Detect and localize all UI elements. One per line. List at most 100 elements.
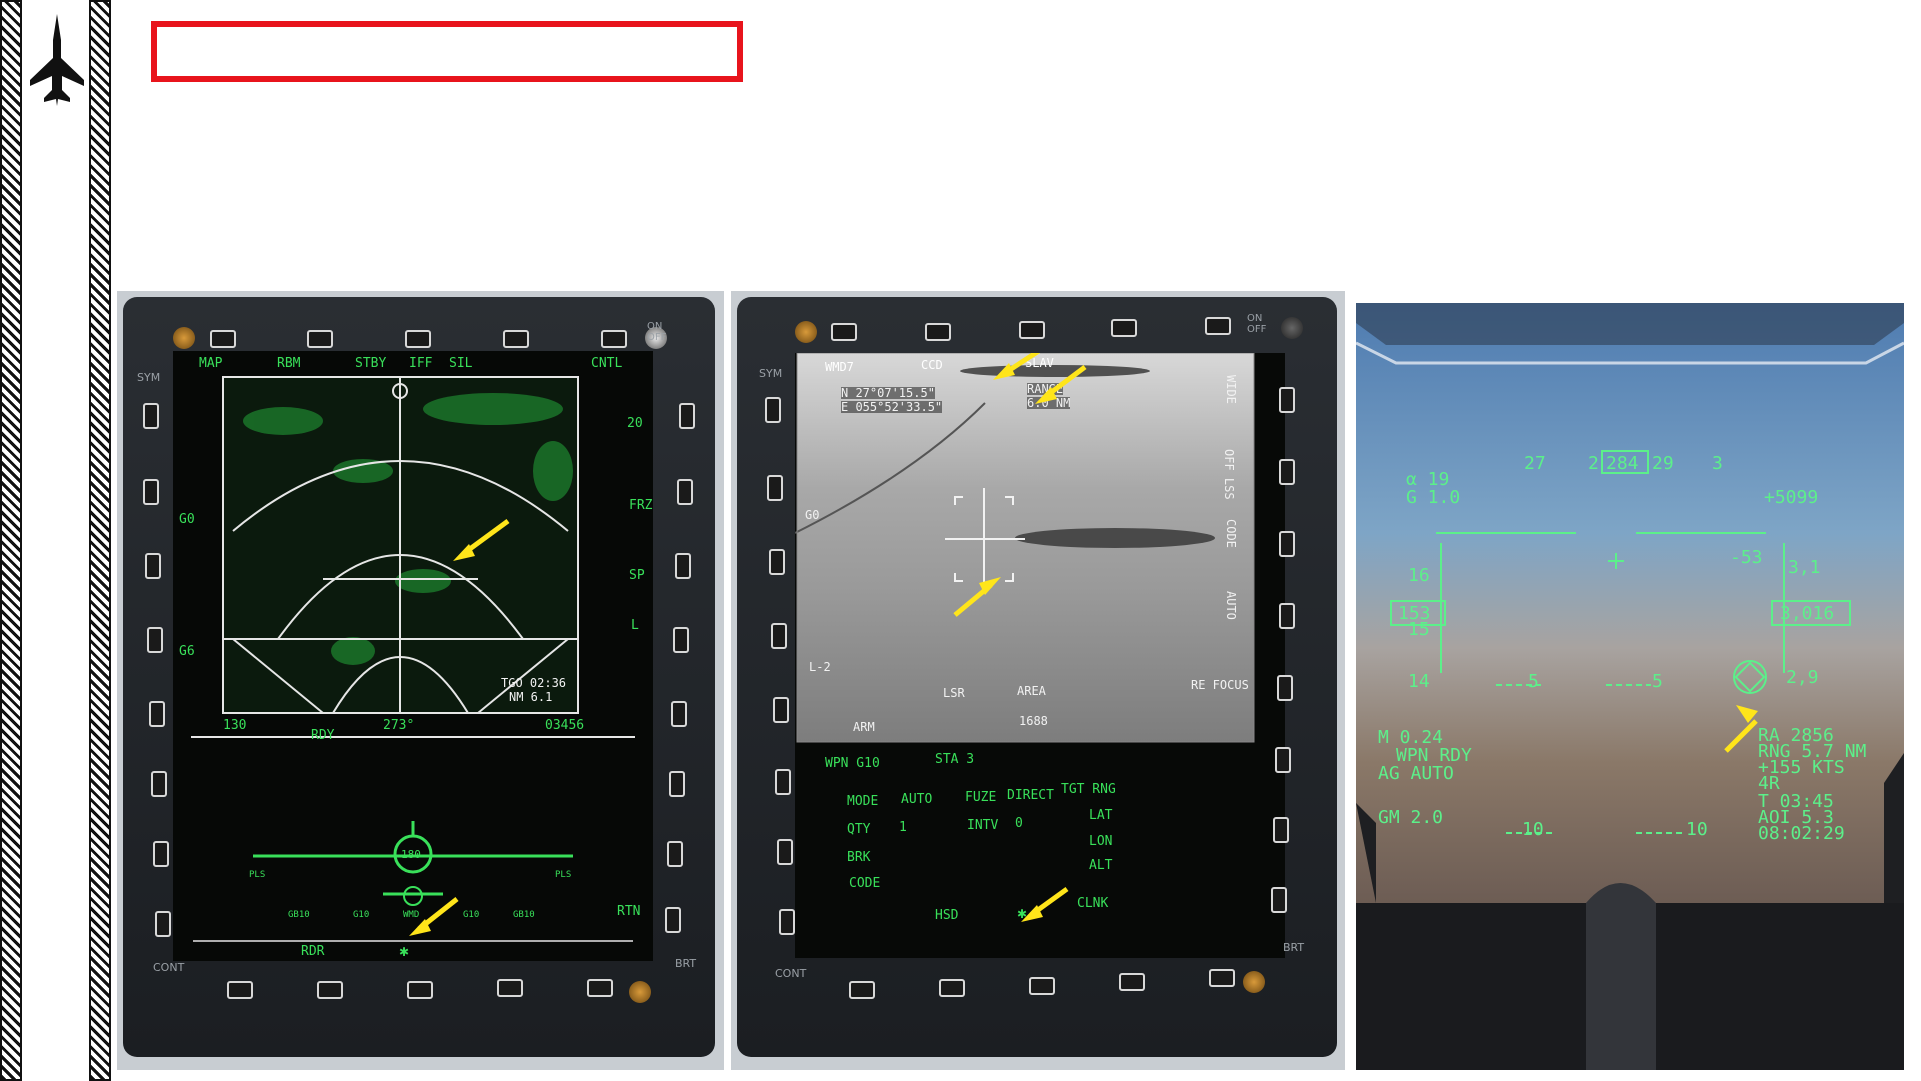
radar-left-label[interactable]: G0 [179, 513, 195, 526]
qty-label[interactable]: QTY [847, 823, 870, 836]
osb-top-5[interactable] [1205, 317, 1231, 335]
osb-right-4[interactable] [1279, 603, 1295, 629]
brightness-knob[interactable] [629, 981, 651, 1003]
osb-bottom-3[interactable] [1029, 977, 1055, 995]
intv-label[interactable]: INTV [967, 819, 998, 832]
osb-top-2[interactable] [307, 330, 333, 348]
osb-left-4[interactable] [147, 627, 163, 653]
radar-bottom-tab[interactable]: RDR [301, 945, 324, 958]
flir-side-left[interactable]: G0 [805, 509, 819, 521]
mode-label[interactable]: MODE [847, 795, 878, 808]
radar-right-label[interactable]: 20 [627, 417, 643, 430]
osb-right-6[interactable] [669, 771, 685, 797]
osb-right-3[interactable] [1279, 531, 1295, 557]
store-label[interactable]: PLS [555, 871, 571, 880]
osb-right-3[interactable] [675, 553, 691, 579]
flir-side-right[interactable]: CODE [1224, 519, 1238, 548]
flir-top-label[interactable]: WMD7 [825, 361, 854, 373]
flir-bottom-label[interactable]: AREA [1017, 685, 1046, 697]
code-label[interactable]: CODE [849, 877, 880, 890]
osb-right-4[interactable] [673, 627, 689, 653]
radar-top-label[interactable]: RBM [277, 357, 300, 370]
osb-right-6[interactable] [1275, 747, 1291, 773]
osb-left-2[interactable] [143, 479, 159, 505]
osb-left-2[interactable] [767, 475, 783, 501]
store-label[interactable]: GB10 [513, 911, 535, 920]
brightness-knob[interactable] [1243, 971, 1265, 993]
lat-label[interactable]: LAT [1089, 809, 1112, 822]
flir-top-label[interactable]: CCD [921, 359, 943, 371]
flir-side-right[interactable]: AUTO [1224, 591, 1238, 620]
osb-bottom-1[interactable] [849, 981, 875, 999]
radar-top-label[interactable]: SIL [449, 357, 472, 370]
osb-top-4[interactable] [1111, 319, 1137, 337]
osb-top-3[interactable] [405, 330, 431, 348]
store-label[interactable]: WMD [403, 911, 419, 920]
osb-left-4[interactable] [771, 623, 787, 649]
power-knob[interactable] [1281, 317, 1303, 339]
flir-side-left[interactable]: L-2 [809, 661, 831, 673]
osb-left-8[interactable] [155, 911, 171, 937]
contrast-knob[interactable] [795, 321, 817, 343]
osb-top-4[interactable] [503, 330, 529, 348]
osb-bottom-1[interactable] [227, 981, 253, 999]
osb-left-8[interactable] [779, 909, 795, 935]
osb-right-7[interactable] [667, 841, 683, 867]
osb-bottom-3[interactable] [407, 981, 433, 999]
hsd-tab[interactable]: HSD [935, 909, 958, 922]
store-label[interactable]: G10 [353, 911, 369, 920]
osb-right-5[interactable] [1277, 675, 1293, 701]
clnk-label[interactable]: CLNK [1077, 897, 1108, 910]
store-label[interactable]: GB10 [288, 911, 310, 920]
osb-left-7[interactable] [153, 841, 169, 867]
osb-right-8[interactable] [665, 907, 681, 933]
fuze-label[interactable]: FUZE [965, 791, 996, 804]
osb-right-2[interactable] [677, 479, 693, 505]
radar-right-label[interactable]: FRZ [629, 499, 652, 512]
osb-top-1[interactable] [831, 323, 857, 341]
osb-left-6[interactable] [151, 771, 167, 797]
alt-label[interactable]: ALT [1089, 859, 1112, 872]
osb-bottom-4[interactable] [497, 979, 523, 997]
radar-top-label[interactable]: CNTL [591, 357, 622, 370]
radar-right-label[interactable]: SP [629, 569, 645, 582]
osb-right-1[interactable] [1279, 387, 1295, 413]
radar-right-label[interactable]: L [631, 619, 639, 632]
osb-bottom-5[interactable] [587, 979, 613, 997]
osb-bottom-5[interactable] [1209, 969, 1235, 987]
osb-top-5[interactable] [601, 330, 627, 348]
contrast-knob[interactable] [173, 327, 195, 349]
osb-left-5[interactable] [773, 697, 789, 723]
osb-left-7[interactable] [777, 839, 793, 865]
osb-left-3[interactable] [145, 553, 161, 579]
radar-top-label[interactable]: MAP [199, 357, 222, 370]
radar-left-label[interactable]: G6 [179, 645, 195, 658]
osb-left-3[interactable] [769, 549, 785, 575]
flir-side-right[interactable]: RE FOCUS [1191, 679, 1249, 691]
osb-left-6[interactable] [775, 769, 791, 795]
osb-bottom-2[interactable] [317, 981, 343, 999]
osb-left-1[interactable] [143, 403, 159, 429]
store-label[interactable]: PLS [249, 871, 265, 880]
radar-rtn-label[interactable]: RTN [617, 905, 640, 918]
flir-side-right[interactable]: OFF LSS [1222, 449, 1236, 500]
flir-bottom-label[interactable]: LSR [943, 687, 965, 699]
radar-top-label[interactable]: IFF [409, 357, 432, 370]
osb-bottom-4[interactable] [1119, 973, 1145, 991]
osb-right-2[interactable] [1279, 459, 1295, 485]
osb-top-3[interactable] [1019, 321, 1045, 339]
osb-right-1[interactable] [679, 403, 695, 429]
store-label[interactable]: G10 [463, 911, 479, 920]
tgt-rng-label[interactable]: TGT RNG [1061, 783, 1116, 796]
osb-left-1[interactable] [765, 397, 781, 423]
osb-right-8[interactable] [1271, 887, 1287, 913]
flir-side-right[interactable]: WIDE [1224, 375, 1238, 404]
flir-top-label[interactable]: SLAV [1025, 357, 1054, 369]
osb-left-5[interactable] [149, 701, 165, 727]
osb-right-7[interactable] [1273, 817, 1289, 843]
osb-right-5[interactable] [671, 701, 687, 727]
flir-arm[interactable]: ARM [853, 721, 875, 733]
lon-label[interactable]: LON [1089, 835, 1112, 848]
radar-top-label[interactable]: STBY [355, 357, 386, 370]
osb-bottom-2[interactable] [939, 979, 965, 997]
